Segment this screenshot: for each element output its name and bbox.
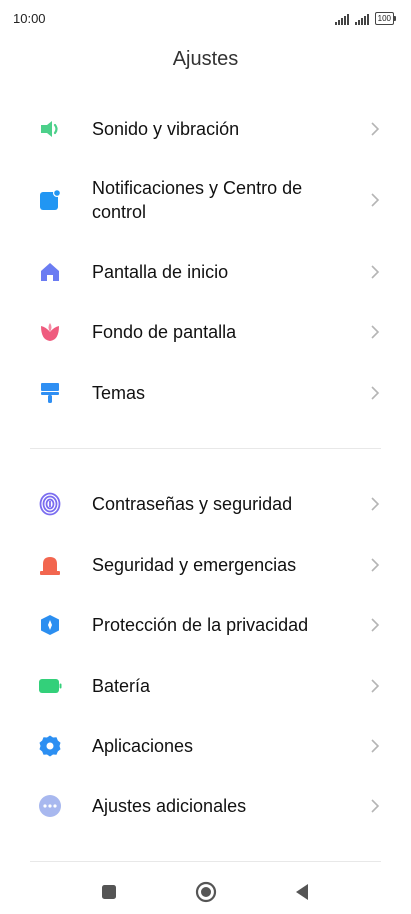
battery-icon: [38, 674, 62, 698]
menu-label: Temas: [92, 383, 146, 403]
menu-item-home-screen[interactable]: Pantalla de inicio: [0, 260, 411, 284]
wallpaper-icon: [38, 320, 62, 344]
menu-item-safety-emergency[interactable]: Seguridad y emergencias: [0, 553, 411, 577]
recents-button[interactable]: [95, 878, 123, 906]
chevron-right-icon: [371, 497, 380, 511]
back-triangle-icon: [296, 884, 308, 900]
navigation-bar: [0, 870, 411, 914]
page-title: Ajustes: [172, 48, 239, 70]
menu-label: Contraseñas y seguridad: [92, 494, 293, 514]
privacy-icon: [38, 613, 62, 637]
status-indicators: 100: [334, 12, 397, 25]
chevron-right-icon: [371, 122, 380, 136]
menu-label: Batería: [92, 676, 151, 696]
battery-level: 100: [377, 14, 391, 23]
apps-gear-icon: [38, 734, 62, 758]
chevron-right-icon: [371, 265, 380, 279]
menu-label: Ajustes adicionales: [92, 796, 247, 816]
speaker-icon: [38, 117, 62, 141]
emergency-icon: [38, 553, 62, 577]
menu-item-wallpaper[interactable]: Fondo de pantalla: [0, 320, 411, 344]
menu-item-apps[interactable]: Aplicaciones: [0, 734, 411, 758]
menu-label: Protección de la privacidad: [92, 615, 309, 635]
home-button[interactable]: [192, 878, 220, 906]
section-divider: [30, 448, 381, 449]
menu-item-passwords-security[interactable]: Contraseñas y seguridad: [0, 492, 411, 516]
menu-item-privacy[interactable]: Protección de la privacidad: [0, 613, 411, 637]
section-divider: [30, 861, 381, 862]
signal-1-icon: [334, 14, 349, 25]
square-icon: [102, 885, 116, 899]
menu-item-additional-settings[interactable]: Ajustes adicionales: [0, 794, 411, 818]
themes-icon: [38, 381, 62, 405]
chevron-right-icon: [371, 799, 380, 813]
home-icon: [38, 260, 62, 284]
notification-icon: [38, 188, 62, 212]
chevron-right-icon: [371, 739, 380, 753]
menu-label: Aplicaciones: [92, 736, 194, 756]
chevron-right-icon: [371, 386, 380, 400]
menu-label: Notificaciones y Centro de control: [92, 178, 303, 222]
status-bar: 10:00 100: [0, 0, 411, 36]
chevron-right-icon: [371, 679, 380, 693]
menu-item-themes[interactable]: Temas: [0, 381, 411, 405]
battery-status-icon: 100: [374, 12, 397, 25]
menu-item-notifications[interactable]: Notificaciones y Centro de control: [0, 176, 411, 224]
menu-item-battery[interactable]: Batería: [0, 674, 411, 698]
back-button[interactable]: [288, 878, 316, 906]
chevron-right-icon: [371, 325, 380, 339]
more-icon: [38, 794, 62, 818]
chevron-right-icon: [371, 193, 380, 207]
chevron-right-icon: [371, 618, 380, 632]
menu-label: Seguridad y emergencias: [92, 555, 297, 575]
menu-item-sound[interactable]: Sonido y vibración: [0, 117, 411, 141]
circle-icon: [195, 881, 217, 903]
chevron-right-icon: [371, 558, 380, 572]
signal-2-icon: [354, 14, 369, 25]
menu-label: Sonido y vibración: [92, 119, 240, 139]
status-time: 10:00: [13, 11, 46, 26]
menu-label: Fondo de pantalla: [92, 322, 237, 342]
menu-label: Pantalla de inicio: [92, 262, 229, 282]
fingerprint-icon: [38, 492, 62, 516]
